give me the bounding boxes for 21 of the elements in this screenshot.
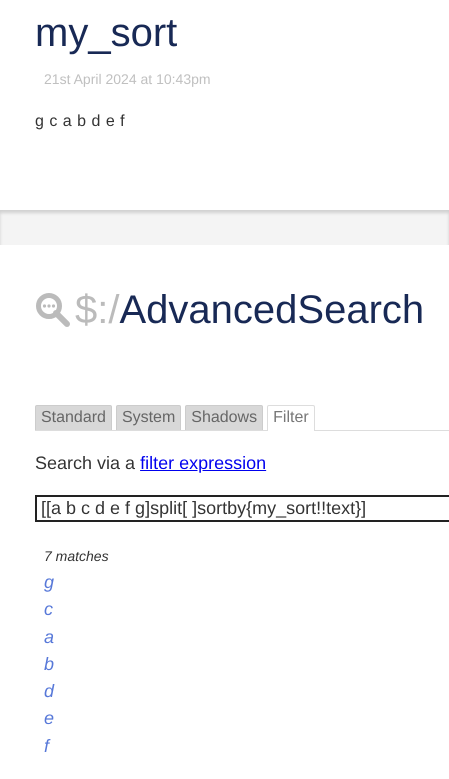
match-link[interactable]: g	[44, 569, 54, 596]
search-icon	[35, 292, 71, 328]
match-link[interactable]: b	[44, 650, 54, 678]
match-link[interactable]: e	[44, 705, 54, 733]
tab[interactable]: Filter	[267, 405, 315, 431]
match-count: 7 matches	[44, 548, 110, 564]
match-link[interactable]: f	[44, 732, 50, 760]
tab[interactable]: Standard	[35, 405, 112, 430]
match-link[interactable]: d	[44, 678, 54, 706]
tiddler-body-text: g c a b d e f	[35, 113, 126, 131]
match-link[interactable]: a	[44, 624, 54, 651]
filter-expression-link[interactable]: filter expression	[140, 453, 266, 473]
tiddler-title: my_sort	[35, 10, 178, 57]
match-link[interactable]: c	[44, 596, 53, 624]
tiddler-title: AdvancedSearch	[119, 288, 424, 332]
filter-input-field[interactable]: [[a b c d e f g]split[ ]sortby{my_sort!!text}]	[35, 495, 449, 522]
title-prefix: $:/	[75, 288, 120, 332]
intro-text: Search via a	[35, 453, 136, 473]
tiddler-date: 21st April 2024 at 10:43pm	[44, 71, 212, 87]
tab[interactable]: System	[116, 405, 182, 430]
tab[interactable]: Shadows	[185, 405, 264, 430]
